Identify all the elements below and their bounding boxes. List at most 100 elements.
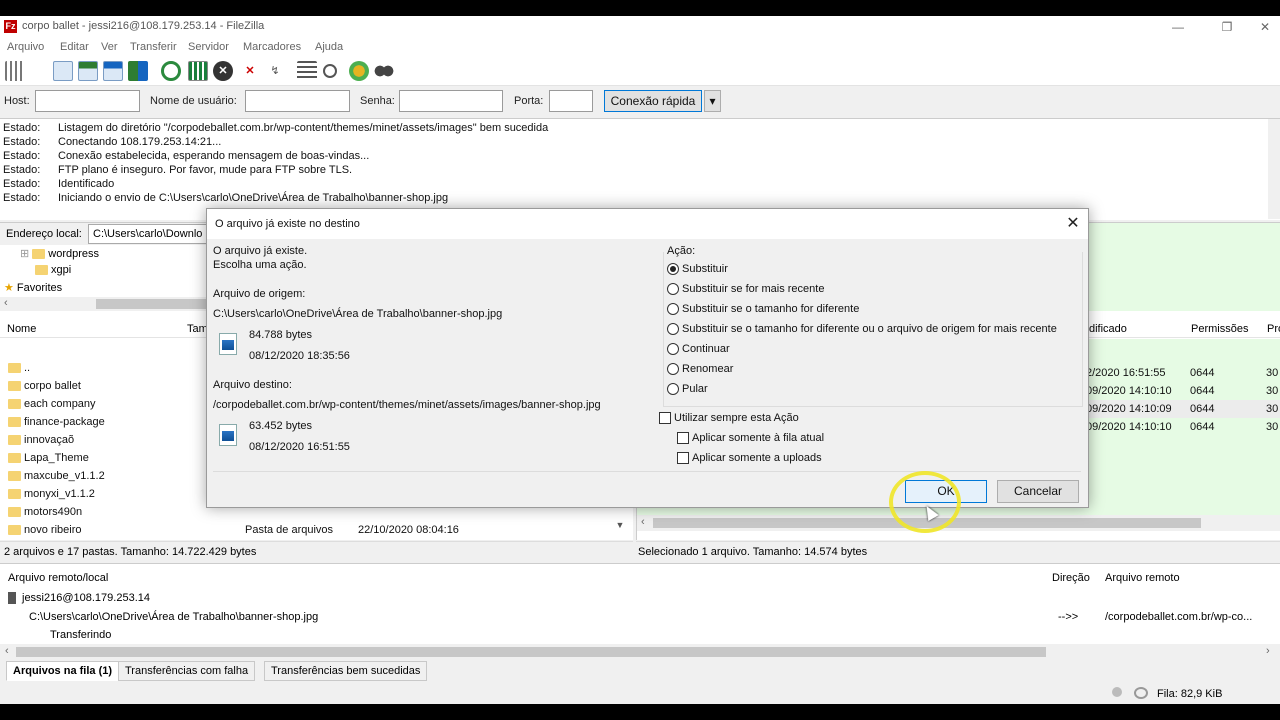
log-line: Estado: Conectando 108.179.253.14:21...: [3, 136, 222, 148]
close-window-button[interactable]: ✕: [1245, 16, 1280, 38]
log-scrollbar[interactable]: [1268, 119, 1280, 219]
directory-filter-icon[interactable]: [297, 61, 317, 81]
tab-failed-transfers[interactable]: Transferências com falha: [118, 661, 256, 681]
radio-button[interactable]: [667, 263, 679, 275]
menu-ver[interactable]: Ver: [101, 41, 118, 53]
queue-remote-path[interactable]: /corpodeballet.com.br/wp-co...: [1105, 611, 1252, 623]
password-input[interactable]: [399, 90, 503, 112]
tab-successful-transfers[interactable]: Transferências bem sucedidas: [264, 661, 428, 681]
cancel-operation-icon[interactable]: ✕: [213, 61, 233, 81]
restore-button[interactable]: ❐: [1207, 16, 1247, 38]
site-manager-icon[interactable]: [5, 61, 25, 81]
action-option[interactable]: Renomear: [667, 361, 1082, 379]
radio-button[interactable]: [667, 283, 679, 295]
folder-icon: [8, 489, 21, 500]
queue-scrollbar[interactable]: ‹ ›: [0, 644, 1280, 660]
dialog-close-icon[interactable]: ✕: [1063, 214, 1083, 234]
queue-col-local[interactable]: Arquivo remoto/local: [8, 572, 108, 584]
tab-queued-files[interactable]: Arquivos na fila (1): [6, 661, 120, 681]
file-name: ..: [24, 362, 31, 374]
action-option[interactable]: Substituir se for mais recente: [667, 281, 1082, 299]
table-row[interactable]: novo ribeiro Pasta de arquivos 22/10/2020 …: [0, 521, 625, 539]
site-manager-dropdown-icon[interactable]: [26, 61, 38, 81]
action-option[interactable]: Continuar: [667, 341, 1082, 359]
quickconnect-button[interactable]: Conexão rápida: [604, 90, 702, 112]
port-input[interactable]: [549, 90, 593, 112]
action-option[interactable]: Pular: [667, 381, 1082, 399]
file-date: 22/10/2020 08:04:16: [358, 524, 459, 536]
radio-button[interactable]: [667, 343, 679, 355]
column-size[interactable]: Tam: [187, 323, 208, 335]
always-use-checkbox[interactable]: [659, 412, 671, 424]
toggle-local-tree-icon[interactable]: [78, 61, 98, 81]
remote-date: 2/2020 16:51:55: [1086, 367, 1166, 379]
menu-arquivo[interactable]: Arquivo: [7, 41, 44, 53]
uploads-only-label[interactable]: Aplicar somente a uploads: [692, 452, 822, 464]
toggle-remote-tree-icon[interactable]: [103, 61, 123, 81]
tree-item[interactable]: ★ Favorites: [4, 281, 62, 294]
queue-local-path[interactable]: C:\Users\carlo\OneDrive\Área de Trabalho…: [29, 611, 318, 623]
tree-item[interactable]: xgpi: [35, 264, 71, 276]
queue-only-checkbox[interactable]: [677, 432, 689, 444]
column-permissions[interactable]: Permissões: [1191, 323, 1248, 335]
process-queue-icon[interactable]: [188, 61, 208, 81]
remote-perm: 0644: [1190, 421, 1215, 433]
folder-icon: [8, 435, 21, 446]
radio-button[interactable]: [667, 363, 679, 375]
menu-ajuda[interactable]: Ajuda: [315, 41, 343, 53]
quickconnect-bar: Host: Nome de usuário: Senha: Porta: Con…: [0, 86, 1280, 116]
host-input[interactable]: [35, 90, 140, 112]
search-remote-icon[interactable]: [374, 61, 394, 81]
menu-editar[interactable]: Editar: [60, 41, 89, 53]
local-address-label: Endereço local:: [6, 228, 82, 240]
column-name[interactable]: Nome: [7, 323, 36, 335]
minimize-button[interactable]: —: [1158, 16, 1198, 38]
speed-limit-icon: [1134, 687, 1148, 699]
cancel-button[interactable]: Cancelar: [997, 480, 1079, 503]
queue-server-row[interactable]: jessi216@108.179.253.14: [8, 592, 150, 605]
quickconnect-dropdown-icon[interactable]: ▾: [704, 90, 721, 112]
username-input[interactable]: [245, 90, 350, 112]
uploads-only-checkbox[interactable]: [677, 452, 689, 464]
log-line: Estado: Listagem do diretório "/corpodeba…: [3, 122, 549, 134]
option-label[interactable]: Substituir se for mais recente: [682, 283, 824, 295]
menu-transferir[interactable]: Transferir: [130, 41, 177, 53]
action-option[interactable]: Substituir: [667, 261, 1082, 279]
menu-servidor[interactable]: Servidor: [188, 41, 229, 53]
username-label: Nome de usuário:: [150, 95, 237, 107]
refresh-icon[interactable]: [161, 61, 181, 81]
column-owner[interactable]: Pro: [1267, 323, 1280, 335]
option-label[interactable]: Substituir se o tamanho for diferente ou…: [682, 323, 1057, 335]
toggle-log-icon[interactable]: [53, 61, 73, 81]
host-label: Host:: [4, 95, 30, 107]
queue-only-label[interactable]: Aplicar somente à fila atual: [692, 432, 824, 444]
action-option[interactable]: Substituir se o tamanho for diferente ou…: [667, 321, 1082, 339]
menu-marcadores[interactable]: Marcadores: [243, 41, 301, 53]
log-line: Estado: Iniciando o envio de C:\Users\car…: [3, 192, 449, 204]
column-modified[interactable]: dificado: [1089, 323, 1127, 335]
option-label[interactable]: Pular: [682, 383, 708, 395]
sync-browsing-icon[interactable]: [349, 61, 369, 81]
disconnect-icon[interactable]: ✕: [240, 61, 260, 81]
remote-date: 09/2020 14:10:10: [1086, 421, 1172, 433]
chevron-down-icon[interactable]: ▼: [613, 520, 627, 534]
option-label[interactable]: Substituir: [682, 263, 728, 275]
compare-directories-icon[interactable]: [323, 64, 337, 78]
toggle-queue-icon[interactable]: [128, 61, 148, 81]
queue-col-direction[interactable]: Direção: [1052, 572, 1090, 584]
radio-button[interactable]: [667, 383, 679, 395]
option-label[interactable]: Renomear: [682, 363, 733, 375]
queue-col-remote[interactable]: Arquivo remoto: [1105, 572, 1180, 584]
action-option[interactable]: Substituir se o tamanho for diferente: [667, 301, 1082, 319]
dialog-divider: [213, 471, 1081, 472]
remote-scrollbar[interactable]: ‹: [637, 515, 1280, 531]
reconnect-icon[interactable]: ↯: [265, 61, 285, 81]
radio-button[interactable]: [667, 323, 679, 335]
option-label[interactable]: Continuar: [682, 343, 730, 355]
tree-item[interactable]: ⊞ wordpress: [20, 247, 99, 260]
folder-icon: [8, 399, 21, 410]
radio-button[interactable]: [667, 303, 679, 315]
log-line: Estado: FTP plano é inseguro. Por favor, …: [3, 164, 353, 176]
option-label[interactable]: Substituir se o tamanho for diferente: [682, 303, 859, 315]
always-use-label[interactable]: Utilizar sempre esta Ação: [674, 412, 799, 424]
